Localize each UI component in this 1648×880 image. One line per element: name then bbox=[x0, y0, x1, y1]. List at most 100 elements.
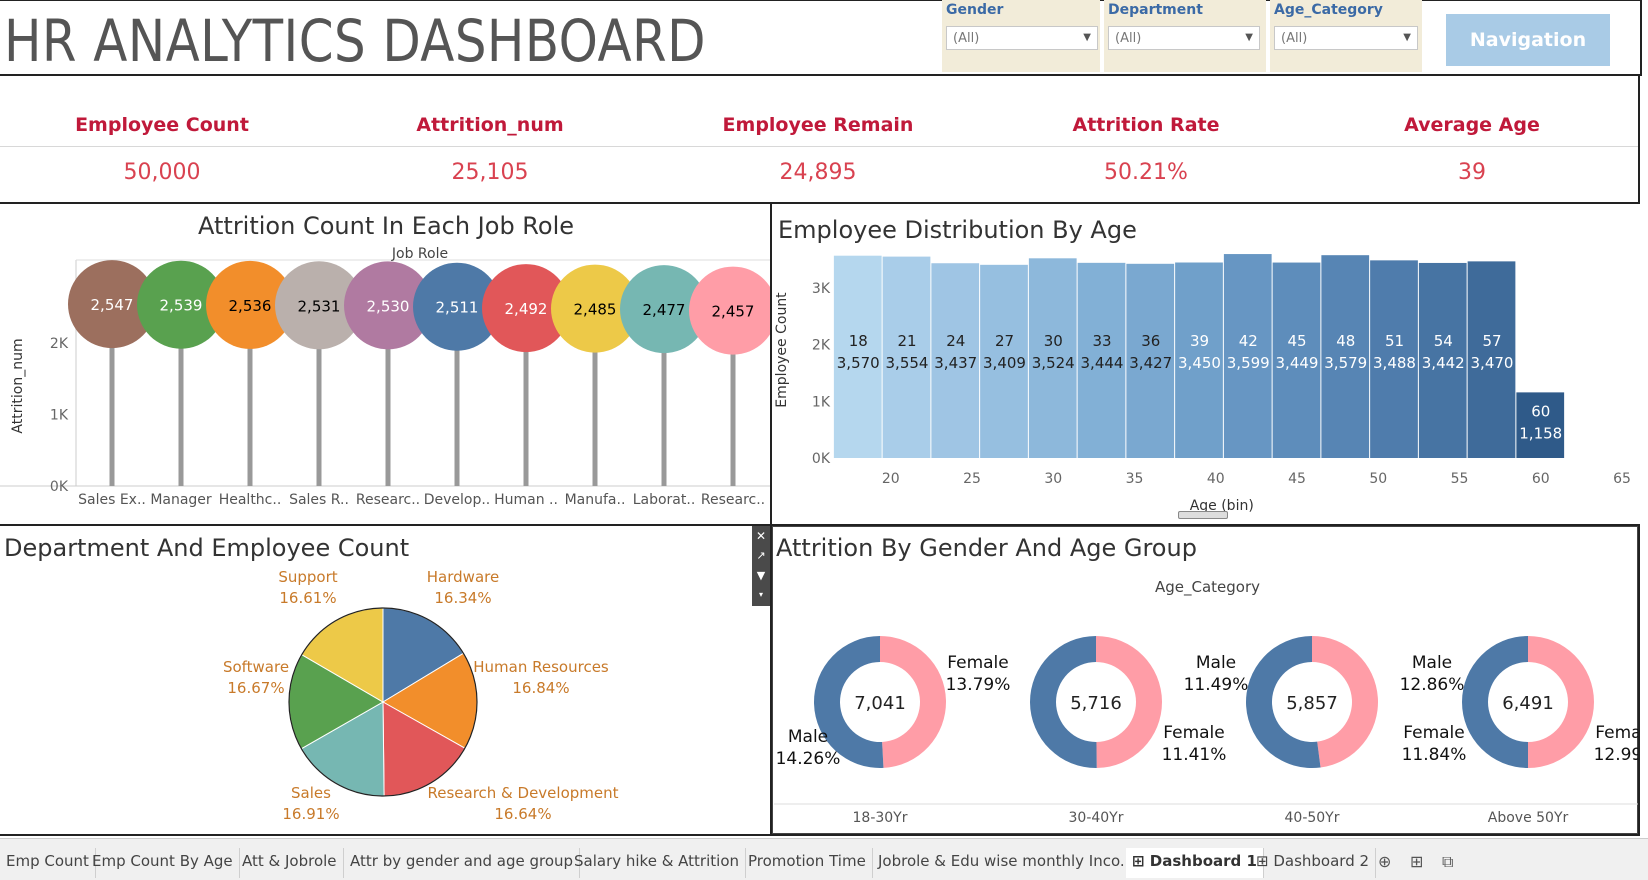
bin-label: 36 bbox=[1141, 332, 1160, 350]
slice-label: Software bbox=[223, 658, 289, 676]
panel-toolbar: ✕ ↗ ▼ ▾ bbox=[752, 526, 770, 606]
department-pie-chart: Hardware 16.34% Human Resources 16.84% Resea… bbox=[223, 570, 619, 823]
data-label: 3,488 bbox=[1373, 354, 1416, 372]
y-axis-title: Employee Count bbox=[774, 292, 790, 408]
resize-handle[interactable] bbox=[1178, 511, 1228, 519]
bin-label: 42 bbox=[1239, 332, 1258, 350]
bin-label: 24 bbox=[946, 332, 965, 350]
male-label: Male bbox=[788, 727, 828, 747]
chart-title-gender-age: Attrition By Gender And Age Group bbox=[776, 534, 1197, 562]
y-tick-label: 2K bbox=[812, 338, 831, 354]
x-tick-label: Healthc.. bbox=[219, 492, 282, 508]
x-tick-label: 40 bbox=[1207, 471, 1225, 487]
kpi-label-attrition-num: Attrition_num bbox=[416, 114, 564, 136]
kpi-label-employee-count: Employee Count bbox=[75, 114, 249, 136]
sheet-tab[interactable]: Attr by gender and age group bbox=[344, 848, 581, 878]
data-label: 2,485 bbox=[574, 301, 617, 319]
slice-label: Hardware bbox=[427, 570, 499, 586]
data-label: 2,530 bbox=[367, 297, 410, 315]
slice-pct-label: 16.67% bbox=[227, 679, 284, 697]
data-label: 3,450 bbox=[1178, 354, 1221, 372]
slice-label: Human Resources bbox=[473, 658, 609, 676]
sheet-tab[interactable]: ⊞ Dashboard 2 bbox=[1250, 848, 1377, 878]
kpi-value-attrition-rate: 50.21% bbox=[1104, 160, 1188, 185]
x-tick-label: 65 bbox=[1613, 471, 1631, 487]
sheet-tab[interactable]: Jobrole & Edu wise monthly Inco... bbox=[872, 848, 1142, 878]
sheet-tab[interactable]: Att & Jobrole bbox=[236, 848, 344, 878]
x-tick-label: 50 bbox=[1369, 471, 1387, 487]
new-dashboard-icon[interactable]: ⊞ bbox=[1410, 852, 1423, 871]
filter-label: Age_Category bbox=[1274, 2, 1383, 18]
data-label: 2,511 bbox=[436, 299, 479, 317]
male-label: Male bbox=[1196, 653, 1236, 673]
select-value: (All) bbox=[1281, 31, 1308, 46]
filter-gender[interactable]: Gender (All) ▼ bbox=[942, 0, 1100, 72]
x-tick-label: Sales Ex.. bbox=[78, 492, 146, 508]
new-story-icon[interactable]: ⧉ bbox=[1442, 852, 1453, 872]
bin-label: 30 bbox=[1044, 332, 1063, 350]
new-worksheet-icon[interactable]: ⊕ bbox=[1378, 852, 1391, 871]
x-tick-label: Manufa.. bbox=[565, 492, 626, 508]
data-label: 2,492 bbox=[505, 300, 548, 318]
data-label: 2,547 bbox=[91, 296, 134, 314]
slice-pct-label: 16.64% bbox=[494, 805, 551, 823]
x-tick-label: 20 bbox=[882, 471, 900, 487]
sheet-tab[interactable]: Promotion Time bbox=[742, 848, 873, 878]
kpi-value-average-age: 39 bbox=[1458, 160, 1486, 185]
bin-label: 51 bbox=[1385, 332, 1404, 350]
filter-icon[interactable]: ▼ bbox=[752, 566, 770, 586]
sheet-tab[interactable]: Salary hike & Attrition bbox=[568, 848, 746, 878]
x-tick-label: Manager bbox=[150, 492, 212, 508]
gender-select[interactable]: (All) ▼ bbox=[946, 26, 1098, 50]
close-icon[interactable]: ✕ bbox=[752, 526, 770, 546]
data-label: 3,554 bbox=[886, 354, 929, 372]
department-select[interactable]: (All) ▼ bbox=[1108, 26, 1260, 50]
data-label: 3,437 bbox=[934, 354, 977, 372]
open-external-icon[interactable]: ↗ bbox=[752, 546, 770, 566]
bin-label: 54 bbox=[1434, 332, 1453, 350]
slice-pct-label: 16.34% bbox=[434, 589, 491, 607]
y-tick-label: 1K bbox=[50, 408, 69, 424]
age-category-header: Age_Category bbox=[1155, 578, 1261, 596]
age-category-select[interactable]: (All) ▼ bbox=[1274, 26, 1418, 50]
y-tick-label: 0K bbox=[50, 479, 69, 495]
donut-total: 7,041 bbox=[854, 693, 906, 714]
slice-label: Research & Development bbox=[427, 784, 618, 802]
data-label: 3,442 bbox=[1422, 354, 1465, 372]
kpi-label-employee-remain: Employee Remain bbox=[722, 114, 914, 136]
navigation-button[interactable]: Navigation bbox=[1446, 14, 1610, 66]
sheet-tab[interactable]: ⊞ Dashboard 1 bbox=[1126, 848, 1264, 878]
slice-pct-label: 16.61% bbox=[279, 589, 336, 607]
filter-label: Department bbox=[1108, 2, 1203, 18]
male-label: Male bbox=[1412, 653, 1452, 673]
bin-label: 33 bbox=[1092, 332, 1111, 350]
filter-department[interactable]: Department (All) ▼ bbox=[1104, 0, 1266, 72]
x-header-label: Job Role bbox=[391, 246, 448, 262]
dropdown-arrow-icon[interactable]: ▼ bbox=[1403, 32, 1411, 43]
bin-label: 27 bbox=[995, 332, 1014, 350]
data-label: 2,531 bbox=[298, 297, 341, 315]
donut-total: 6,491 bbox=[1502, 693, 1554, 714]
more-options-icon[interactable]: ▾ bbox=[752, 586, 770, 604]
sheet-tab[interactable]: Emp Count bbox=[0, 848, 96, 878]
female-pct: 11.41% bbox=[1162, 745, 1227, 765]
chart-title-department: Department And Employee Count bbox=[4, 534, 410, 562]
filter-age-category[interactable]: Age_Category (All) ▼ bbox=[1270, 0, 1422, 72]
y-axis-title: Attrition_num bbox=[10, 338, 26, 433]
kpi-value-employee-count: 50,000 bbox=[123, 160, 201, 185]
dropdown-arrow-icon[interactable]: ▼ bbox=[1083, 32, 1091, 43]
select-value: (All) bbox=[953, 31, 980, 46]
y-tick-label: 1K bbox=[812, 394, 831, 410]
gender-age-donut-chart: 7,041Female13.79%Male14.26%18-30Yr5,716F… bbox=[774, 636, 1638, 826]
y-tick-label: 3K bbox=[812, 281, 831, 297]
dropdown-arrow-icon[interactable]: ▼ bbox=[1245, 32, 1253, 43]
x-tick-label: 35 bbox=[1126, 471, 1144, 487]
bin-label: 48 bbox=[1336, 332, 1355, 350]
bin-label: 39 bbox=[1190, 332, 1209, 350]
y-tick-label: 2K bbox=[50, 336, 69, 352]
kpi-divider bbox=[0, 146, 1638, 147]
sheet-tab[interactable]: Emp Count By Age bbox=[86, 848, 240, 878]
x-tick-label: 25 bbox=[963, 471, 981, 487]
chart-title-attrition-job-role: Attrition Count In Each Job Role bbox=[198, 212, 575, 240]
male-pct: 14.26% bbox=[776, 749, 841, 769]
